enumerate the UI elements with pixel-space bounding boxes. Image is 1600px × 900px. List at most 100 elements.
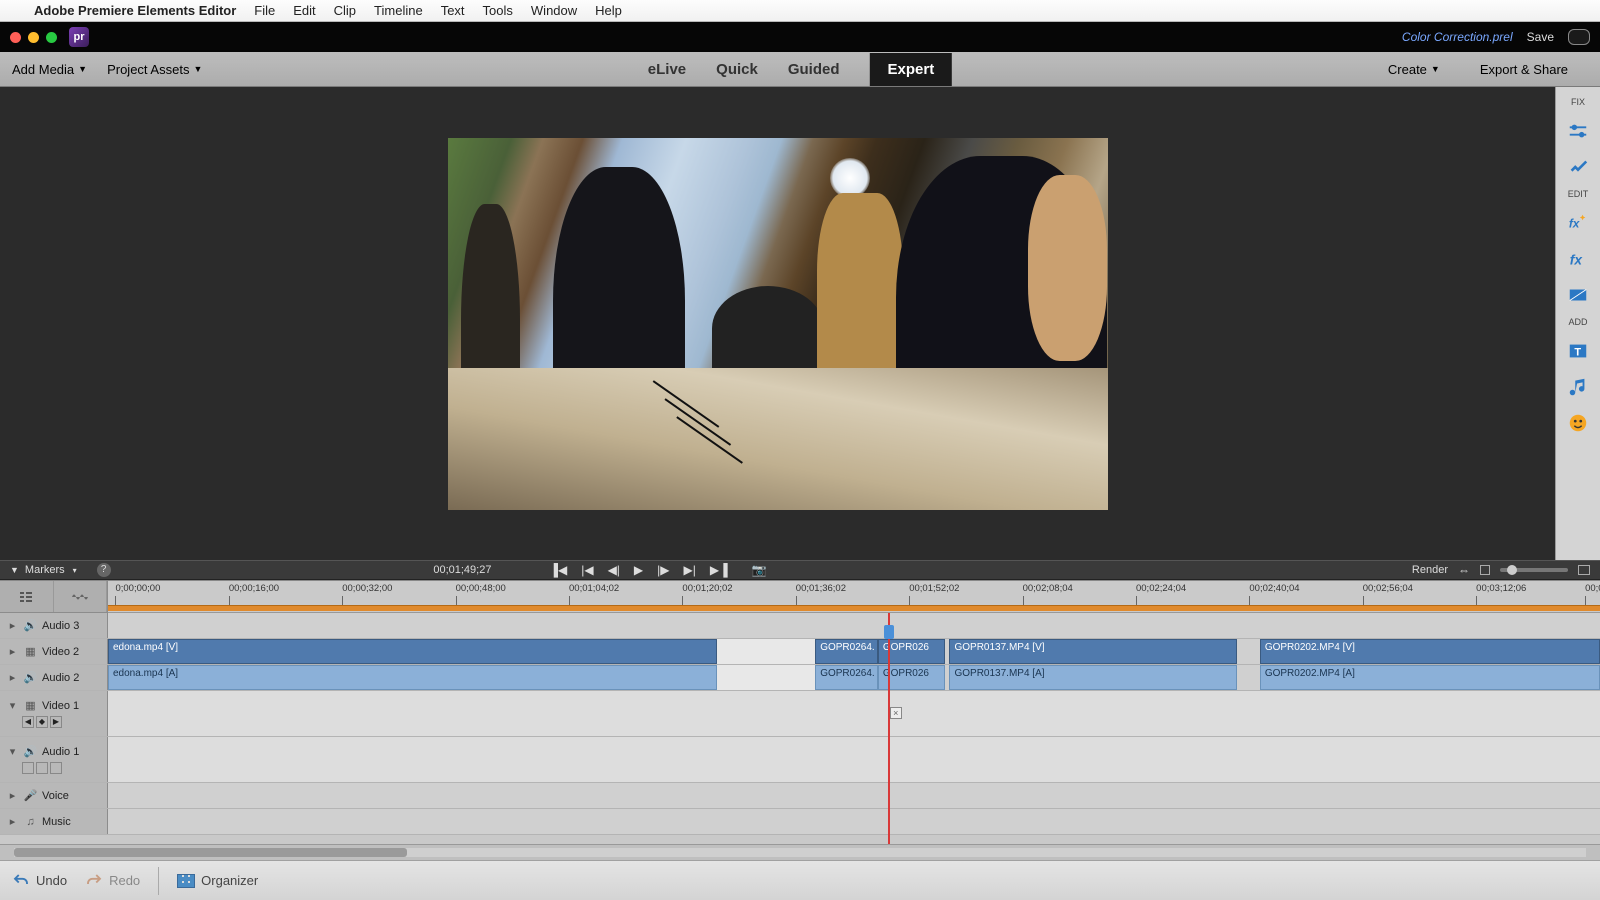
- transitions-icon[interactable]: [1564, 281, 1592, 309]
- undo-button[interactable]: Undo: [12, 872, 67, 890]
- redo-label: Redo: [109, 873, 140, 888]
- clip-video[interactable]: GOPR0264.: [815, 639, 878, 664]
- current-timecode[interactable]: 00;01;49;27: [433, 564, 491, 576]
- expand-icon[interactable]: ▸: [6, 789, 19, 802]
- track-btn-icon[interactable]: [50, 762, 62, 774]
- track-body[interactable]: edona.mp4 [V] GOPR0264. GOPR026 GOPR0137…: [108, 639, 1600, 664]
- organizer-button[interactable]: Organizer: [177, 873, 258, 888]
- redo-button[interactable]: Redo: [85, 872, 140, 890]
- expand-icon[interactable]: ▸: [6, 619, 19, 632]
- preview-monitor[interactable]: [0, 87, 1555, 560]
- clip-gap[interactable]: [717, 639, 815, 664]
- speaker-icon[interactable]: 🔊: [24, 619, 37, 632]
- clip-gap[interactable]: [717, 665, 815, 690]
- menu-text[interactable]: Text: [441, 3, 465, 18]
- track-btn-icon[interactable]: [36, 762, 48, 774]
- app-name-menu[interactable]: Adobe Premiere Elements Editor: [34, 3, 236, 18]
- tab-elive[interactable]: eLive: [648, 61, 686, 78]
- track-body[interactable]: [108, 809, 1600, 834]
- minimize-icon[interactable]: [28, 32, 39, 43]
- step-fwd-icon[interactable]: |▶: [657, 563, 669, 577]
- clip-video[interactable]: GOPR0202.MP4 [V]: [1260, 639, 1600, 664]
- help-icon[interactable]: ?: [97, 563, 111, 577]
- menu-file[interactable]: File: [254, 3, 275, 18]
- next-frame-icon[interactable]: ▶|: [684, 563, 696, 577]
- track-btn-icon[interactable]: [22, 762, 34, 774]
- expand-icon[interactable]: ▸: [6, 645, 19, 658]
- menu-edit[interactable]: Edit: [293, 3, 315, 18]
- clip-video[interactable]: edona.mp4 [V]: [108, 639, 717, 664]
- music-icon[interactable]: [1564, 373, 1592, 401]
- snapshot-icon[interactable]: 📷: [752, 563, 767, 577]
- fit-icon[interactable]: [1578, 565, 1590, 575]
- speaker-icon[interactable]: 🔊: [24, 745, 37, 758]
- clip-audio[interactable]: GOPR0264.: [815, 665, 878, 690]
- film-icon[interactable]: ▦: [24, 645, 37, 658]
- track-btn-icon[interactable]: ▶: [50, 716, 62, 728]
- menu-window[interactable]: Window: [531, 3, 577, 18]
- add-media-button[interactable]: Add Media▼: [12, 62, 87, 77]
- goto-start-icon[interactable]: ▐◀: [549, 563, 567, 577]
- track-btn-icon[interactable]: ◆: [36, 716, 48, 728]
- create-button[interactable]: Create▼: [1388, 62, 1440, 77]
- timeline-tool1-icon[interactable]: [0, 581, 54, 612]
- goto-end-icon[interactable]: ▶▐: [710, 563, 728, 577]
- graphics-icon[interactable]: [1564, 409, 1592, 437]
- track-body[interactable]: ×: [108, 691, 1600, 736]
- export-share-button[interactable]: Export & Share: [1480, 62, 1568, 77]
- timeline-hscroll[interactable]: [0, 844, 1600, 860]
- view-toggle2-icon[interactable]: [1480, 565, 1490, 575]
- menu-timeline[interactable]: Timeline: [374, 3, 423, 18]
- zoom-slider[interactable]: [1500, 568, 1568, 572]
- close-icon[interactable]: [10, 32, 21, 43]
- track-body[interactable]: [108, 613, 1600, 638]
- work-area-bar[interactable]: [108, 605, 1600, 611]
- effects-icon[interactable]: fx: [1564, 209, 1592, 237]
- clip-audio[interactable]: GOPR0202.MP4 [A]: [1260, 665, 1600, 690]
- speaker-icon[interactable]: 🔊: [24, 671, 37, 684]
- tab-quick[interactable]: Quick: [716, 61, 758, 78]
- film-icon[interactable]: ▦: [24, 699, 37, 712]
- clip-audio[interactable]: GOPR026: [878, 665, 945, 690]
- timeline-ruler[interactable]: 0;00;00;00 00;00;16;00 00;00;32;00 00;00…: [108, 581, 1600, 613]
- collapse-icon[interactable]: ▾: [6, 745, 19, 758]
- tab-expert[interactable]: Expert: [870, 53, 953, 86]
- mic-icon[interactable]: 🎤: [24, 789, 37, 802]
- clip-video[interactable]: GOPR026: [878, 639, 945, 664]
- zoom-icon[interactable]: [46, 32, 57, 43]
- markers-dropdown[interactable]: Markers: [25, 564, 65, 576]
- hscroll-thumb[interactable]: [14, 848, 407, 857]
- track-body[interactable]: edona.mp4 [A] GOPR0264. GOPR026 GOPR0137…: [108, 665, 1600, 690]
- track-body[interactable]: [108, 783, 1600, 808]
- track-body[interactable]: [108, 737, 1600, 782]
- timeline-tool2-icon[interactable]: [54, 581, 108, 612]
- clip-audio[interactable]: GOPR0137.MP4 [A]: [949, 665, 1237, 690]
- delete-marker-icon[interactable]: ×: [890, 707, 902, 719]
- tools-icon[interactable]: [1564, 153, 1592, 181]
- save-button[interactable]: Save: [1527, 30, 1554, 44]
- menu-tools[interactable]: Tools: [483, 3, 513, 18]
- project-assets-button[interactable]: Project Assets▼: [107, 62, 202, 77]
- titles-icon[interactable]: T: [1564, 337, 1592, 365]
- markers-caret2-icon[interactable]: ▾: [73, 566, 77, 575]
- step-back-icon[interactable]: ◀|: [608, 563, 620, 577]
- track-btn-icon[interactable]: ◀: [22, 716, 34, 728]
- adjust-icon[interactable]: [1564, 117, 1592, 145]
- render-button[interactable]: Render: [1412, 564, 1448, 576]
- fullscreen-icon[interactable]: [1568, 29, 1590, 45]
- fx-star-icon[interactable]: fx: [1564, 245, 1592, 273]
- expand-icon[interactable]: ▸: [6, 671, 19, 684]
- collapse-icon[interactable]: ▾: [6, 699, 19, 712]
- view-toggle1-icon[interactable]: ⇔: [1458, 563, 1470, 577]
- tab-guided[interactable]: Guided: [788, 61, 840, 78]
- note-icon[interactable]: ♫: [24, 815, 37, 828]
- play-icon[interactable]: ▶: [634, 563, 643, 577]
- prev-frame-icon[interactable]: |◀: [581, 563, 593, 577]
- expand-icon[interactable]: ▸: [6, 815, 19, 828]
- ruler-tick: 00;02;08;04: [1023, 583, 1073, 594]
- menu-help[interactable]: Help: [595, 3, 622, 18]
- clip-audio[interactable]: edona.mp4 [A]: [108, 665, 717, 690]
- menu-clip[interactable]: Clip: [334, 3, 356, 18]
- clip-video[interactable]: GOPR0137.MP4 [V]: [949, 639, 1237, 664]
- markers-caret-icon[interactable]: ▼: [10, 565, 19, 575]
